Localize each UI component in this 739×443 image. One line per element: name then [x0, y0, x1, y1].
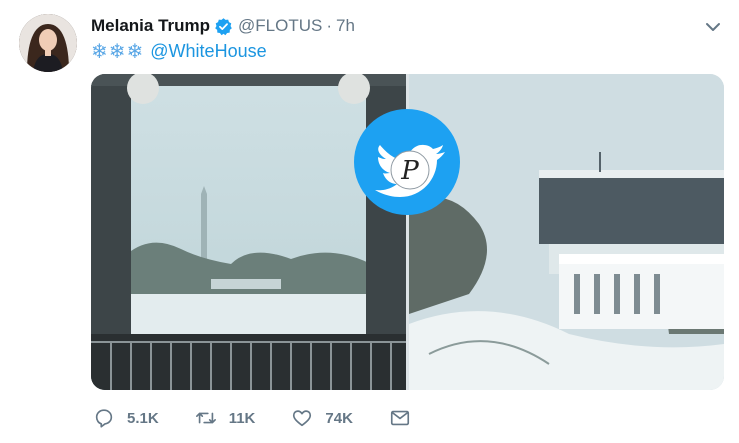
avatar[interactable] — [19, 14, 77, 72]
chevron-down-icon[interactable] — [704, 18, 722, 36]
tweet-actions: 5.1K 11K 74K — [93, 405, 447, 431]
dm-button[interactable] — [389, 407, 411, 429]
envelope-icon — [390, 410, 409, 426]
svg-text:P: P — [400, 156, 419, 186]
tweet-text: ❄❄❄ @WhiteHouse — [91, 39, 267, 63]
author-handle[interactable]: @FLOTUS — [238, 16, 322, 36]
mention-link[interactable]: @WhiteHouse — [150, 41, 266, 62]
reply-count: 5.1K — [127, 409, 159, 427]
verified-badge-icon — [214, 17, 233, 36]
retweet-icon — [195, 412, 216, 424]
separator: · — [326, 16, 333, 35]
retweet-button[interactable]: 11K — [195, 407, 256, 429]
retweet-count: 11K — [228, 409, 256, 427]
like-count: 74K — [325, 409, 353, 427]
like-button[interactable]: 74K — [291, 407, 353, 429]
timestamp[interactable]: 7h — [336, 16, 355, 36]
tweet[interactable]: Melania Trump @FLOTUS · 7h ❄❄❄ @WhiteHou… — [0, 0, 739, 443]
author-name[interactable]: Melania Trump — [91, 16, 210, 36]
tweet-header: Melania Trump @FLOTUS · 7h — [91, 14, 355, 38]
heart-icon — [293, 410, 312, 427]
reply-button[interactable]: 5.1K — [93, 407, 159, 429]
reply-icon — [95, 409, 113, 428]
snowflake-emoji: ❄❄❄ — [91, 40, 145, 63]
bird-logo-icon: P — [352, 107, 462, 217]
